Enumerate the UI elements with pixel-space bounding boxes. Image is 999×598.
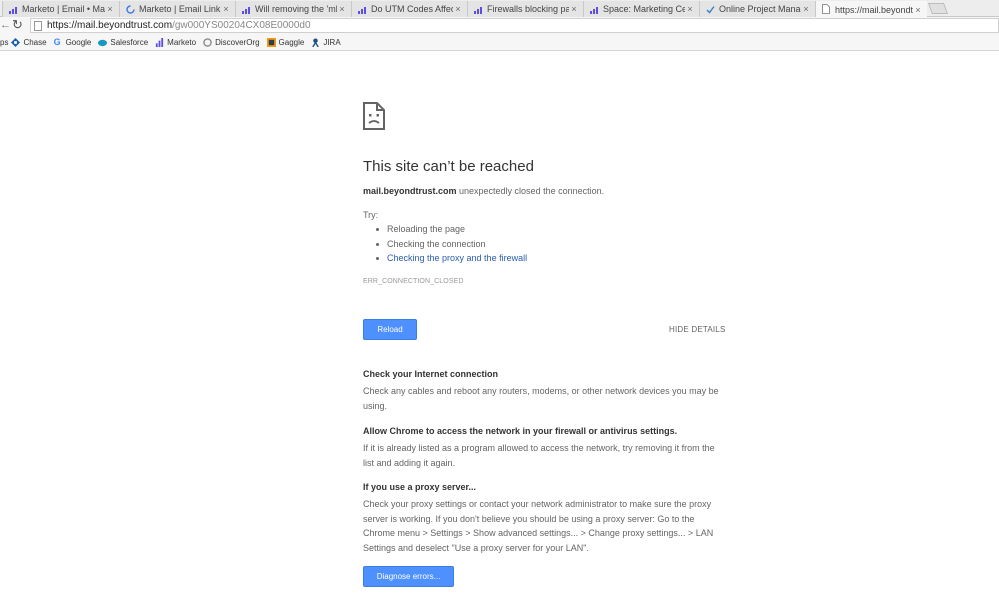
close-icon[interactable]: ×	[105, 4, 115, 14]
error-desc-text: unexpectedly closed the connection.	[456, 186, 605, 196]
details-body-internet: Check any cables and reboot any routers,…	[363, 386, 719, 411]
tab-marketo-email-link[interactable]: Marketo | Email Link Perfo ×	[119, 1, 235, 17]
tab-title: Marketo | Email • Marketo	[22, 4, 105, 14]
suggestion-connection: Checking the connection	[375, 239, 527, 254]
tab-title: Marketo | Email Link Perfo	[139, 4, 221, 14]
tab-utm-codes[interactable]: Do UTM Codes Affect Link ×	[351, 1, 467, 17]
checkmark-icon	[706, 5, 715, 14]
bookmark-marketo[interactable]: Marketo	[155, 37, 197, 47]
tab-firewalls[interactable]: Firewalls blocking pages o ×	[467, 1, 583, 17]
hide-details-button[interactable]: HIDE DETAILS	[669, 325, 726, 334]
page-icon	[34, 20, 42, 31]
tab-will-removing[interactable]: Will removing the 'mktNo ×	[235, 1, 351, 17]
tab-project-management[interactable]: Online Project Manageme ×	[699, 1, 815, 17]
bookmark-gaggle[interactable]: Gaggle	[266, 37, 305, 47]
close-icon[interactable]: ×	[221, 4, 231, 14]
reload-button[interactable]: Reload	[363, 319, 417, 340]
bookmark-label: Chase	[23, 37, 47, 47]
discoverorg-icon	[203, 37, 212, 47]
bookmark-discoverorg[interactable]: DiscoverOrg	[203, 37, 260, 47]
tab-strip: Marketo | Email • Marketo × Marketo | Em…	[0, 0, 999, 18]
details-title-proxy: If you use a proxy server...	[363, 482, 477, 492]
new-tab-button[interactable]	[927, 3, 949, 14]
close-icon[interactable]: ×	[569, 4, 579, 14]
reload-icon[interactable]: ↻	[12, 17, 23, 33]
back-arrow-icon[interactable]: ←	[0, 19, 11, 31]
url-host: https://mail.beyondtrust.com	[47, 20, 173, 31]
suggestion-proxy-link[interactable]: Checking the proxy and the firewall	[375, 253, 527, 268]
tab-title: Do UTM Codes Affect Link	[371, 4, 453, 14]
error-host: mail.beyondtrust.com	[363, 186, 457, 196]
url-path: /gw000YS00204CX08E0000d0	[172, 20, 311, 31]
sad-page-icon	[363, 102, 385, 130]
bookmark-google[interactable]: G Google	[53, 36, 92, 47]
marketo-icon	[474, 5, 483, 14]
bookmark-label: Marketo	[167, 37, 197, 47]
close-icon[interactable]: ×	[913, 5, 923, 15]
details-body-firewall: If it is already listed as a program all…	[363, 443, 715, 468]
bookmark-label: JIRA	[323, 37, 341, 47]
error-description: mail.beyondtrust.com unexpectedly closed…	[363, 186, 604, 196]
error-code: ERR_CONNECTION_CLOSED	[363, 278, 464, 285]
bookmarks-bar: ps Chase G Google Salesforce Marketo Dis…	[0, 34, 999, 51]
chase-icon	[11, 37, 21, 47]
tab-title: https://mail.beyondtrust.c	[835, 4, 913, 15]
gaggle-icon	[266, 37, 276, 47]
bookmark-salesforce[interactable]: Salesforce	[98, 38, 148, 47]
tab-title: Space: Marketing Central	[603, 4, 685, 14]
loading-spinner-icon	[126, 4, 135, 14]
details-title-firewall: Allow Chrome to access the network in yo…	[363, 426, 678, 436]
error-headline: This site can’t be reached	[363, 158, 534, 175]
tab-mail-beyondtrust[interactable]: https://mail.beyondtrust.c ×	[815, 1, 927, 18]
marketo-icon	[358, 5, 367, 14]
close-icon[interactable]: ×	[337, 4, 347, 14]
tab-marketing-central[interactable]: Space: Marketing Central ×	[583, 1, 699, 17]
address-bar[interactable]: https://mail.beyondtrust.com/gw000YS0020…	[30, 18, 999, 33]
salesforce-icon	[98, 39, 108, 46]
bookmarks-prefix: ps	[0, 37, 9, 47]
details-body-proxy: Check your proxy settings or contact you…	[363, 499, 714, 553]
tab-title: Online Project Manageme	[719, 4, 801, 14]
marketo-icon	[242, 5, 251, 14]
suggestion-reload: Reloading the page	[375, 224, 527, 239]
marketo-icon	[9, 5, 18, 14]
tab-title: Will removing the 'mktNo	[255, 4, 337, 14]
google-icon: G	[53, 36, 61, 47]
bookmark-label: Google	[65, 37, 92, 47]
tab-title: Firewalls blocking pages o	[487, 4, 569, 14]
close-icon[interactable]: ×	[685, 4, 695, 14]
bookmark-label: Salesforce	[110, 37, 149, 47]
jira-icon	[312, 37, 320, 47]
close-icon[interactable]: ×	[801, 4, 811, 14]
diagnose-errors-button[interactable]: Diagnose errors...	[363, 566, 454, 587]
page-icon	[822, 4, 831, 14]
bookmark-label: Gaggle	[278, 37, 305, 47]
tab-marketo-email[interactable]: Marketo | Email • Marketo ×	[2, 1, 119, 17]
marketo-icon	[156, 37, 164, 47]
suggestion-list: Reloading the page Checking the connecti…	[375, 224, 527, 268]
try-label: Try:	[363, 210, 379, 220]
toolbar: ← ↻ https://mail.beyondtrust.com/gw000YS…	[0, 17, 999, 34]
close-icon[interactable]: ×	[453, 4, 463, 14]
bookmark-label: DiscoverOrg	[215, 37, 260, 47]
details-title-internet: Check your Internet connection	[363, 369, 499, 379]
bookmark-jira[interactable]: JIRA	[311, 37, 341, 47]
bookmark-chase[interactable]: Chase	[11, 37, 47, 47]
marketo-icon	[590, 5, 599, 14]
